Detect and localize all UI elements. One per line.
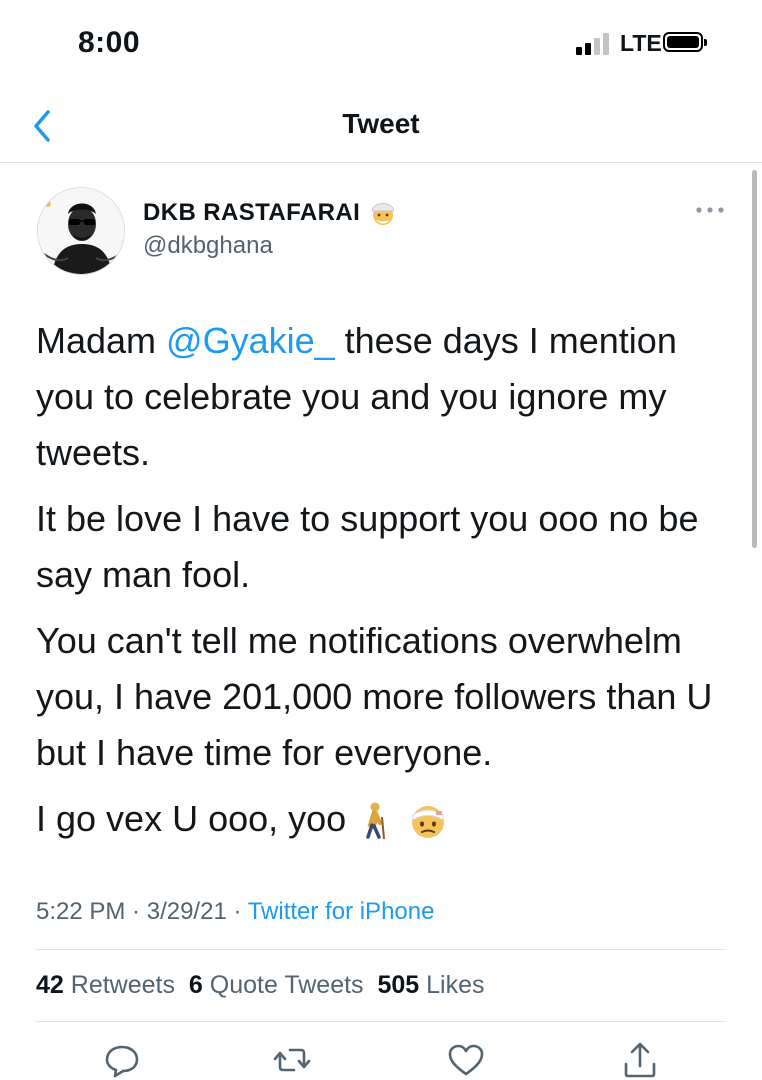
tweet-stats: 42 Retweets 6 Quote Tweets 505 Likes <box>36 971 485 1000</box>
tweet-timestamp: 5:22 PM · 3/29/21 · Twitter for iPhone <box>36 898 434 926</box>
page-title: Tweet <box>342 108 420 139</box>
separator: · <box>125 898 147 925</box>
mention-link[interactable]: @Gyakie_ <box>166 320 335 361</box>
tweet-source-link[interactable]: Twitter for iPhone <box>248 898 435 925</box>
divider <box>36 949 726 950</box>
author-name[interactable]: DKB RASTAFARAI <box>143 199 360 227</box>
tweet-date: 3/29/21 <box>146 898 227 925</box>
retweets-stat[interactable]: 42 Retweets <box>36 971 175 999</box>
retweet-icon[interactable] <box>272 1040 312 1080</box>
status-bar: 8:00 LTE <box>0 0 762 88</box>
comment-icon[interactable] <box>102 1040 142 1080</box>
likes-count: 505 <box>377 971 420 999</box>
signal-icon <box>576 33 614 55</box>
share-icon[interactable] <box>620 1040 660 1080</box>
tweet-paragraph: You can't tell me notifications overwhel… <box>36 620 713 773</box>
retweets-count: 42 <box>36 971 64 999</box>
nav-bar: Tweet <box>0 88 762 163</box>
avatar[interactable] <box>37 187 125 275</box>
action-bar <box>0 1040 762 1080</box>
likes-label: Likes <box>426 971 485 999</box>
retweets-label: Retweets <box>70 971 175 999</box>
scrollbar[interactable] <box>752 170 757 548</box>
author-handle[interactable]: @dkbghana <box>143 232 273 260</box>
face-with-head-bandage-emoji-icon <box>412 806 445 839</box>
separator: · <box>226 898 248 925</box>
tweet-paragraph: I go vex U ooo, yoo <box>36 791 736 847</box>
tweet-text-segment: I go vex U ooo, yoo <box>36 798 347 839</box>
tweet-time: 5:22 PM <box>36 898 126 925</box>
quotes-count: 6 <box>188 971 203 999</box>
author-name-row[interactable]: DKB RASTAFARAI <box>143 198 398 228</box>
tweet-text: Madam @Gyakie_ these days I mention you … <box>36 313 736 857</box>
more-horizontal-icon[interactable] <box>695 203 725 217</box>
old-man-turban-emoji-icon <box>371 203 395 225</box>
tweet-text-segment: Madam <box>36 320 167 361</box>
likes-stat[interactable]: 505 Likes <box>377 971 484 999</box>
tweet-paragraph: Madam @Gyakie_ these days I mention you … <box>36 313 736 481</box>
person-walking-emoji-icon <box>366 802 386 840</box>
quotes-stat[interactable]: 6 Quote Tweets <box>189 971 364 999</box>
quotes-label: Quote Tweets <box>209 971 364 999</box>
heart-icon[interactable] <box>446 1040 486 1080</box>
status-time: 8:00 <box>78 26 141 59</box>
battery-icon <box>663 32 707 52</box>
divider <box>36 1021 726 1022</box>
tweet-paragraph: It be love I have to support you ooo no … <box>36 498 699 595</box>
network-label: LTE <box>620 30 662 56</box>
